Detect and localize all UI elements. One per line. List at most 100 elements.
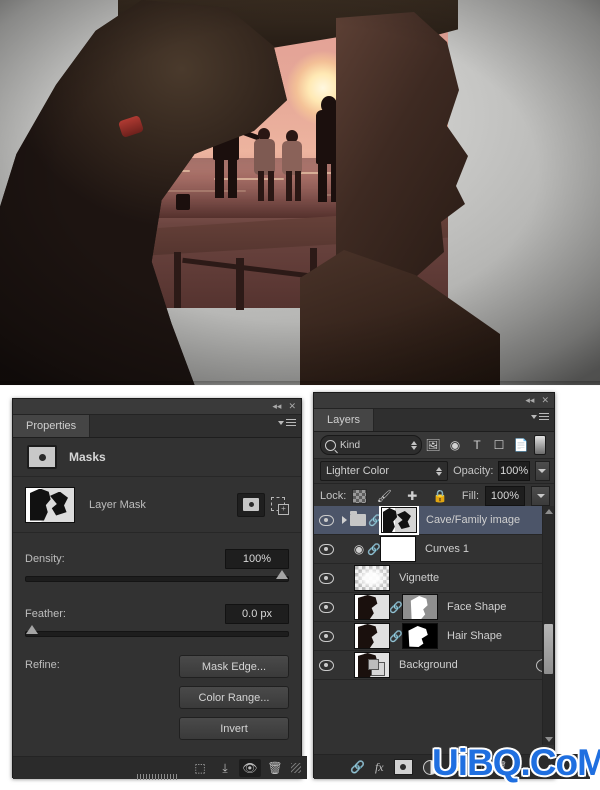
density-value[interactable]: 100% (225, 549, 289, 569)
blend-mode-select[interactable]: Lighter Color (320, 461, 449, 481)
mask-edge-button[interactable]: Mask Edge... (179, 655, 289, 678)
layer-name: Vignette (399, 572, 440, 584)
fill-dropdown-icon[interactable] (531, 486, 550, 506)
layer-row-curves-1[interactable]: ◉ 🔗 Curves 1 (314, 535, 554, 564)
add-mask-icon[interactable] (393, 759, 413, 775)
layer-name: Face Shape (447, 601, 507, 613)
layer-visibility-toggle[interactable] (314, 572, 338, 584)
feather-control: Feather: 0.0 px (13, 582, 301, 637)
layer-mask-row[interactable]: Layer Mask + (13, 477, 301, 533)
layer-name: Curves 1 (425, 543, 470, 555)
density-control: Density: 100% (13, 533, 301, 582)
delete-mask-icon[interactable]: 🗑 (264, 759, 286, 777)
collapse-icon[interactable]: ◂◂ (525, 396, 534, 405)
background-lock-icon (368, 659, 385, 676)
lock-all-icon[interactable]: 🔒 (429, 486, 451, 506)
layer-row-face-shape[interactable]: 🔗 Face Shape (314, 593, 554, 622)
opacity-value[interactable]: 100% (498, 461, 530, 481)
layer-mask-thumbnail[interactable] (402, 594, 438, 620)
adjustment-filter-icon[interactable]: ◉ (444, 435, 466, 455)
blend-mode-value: Lighter Color (326, 465, 389, 477)
lock-label: Lock: (320, 490, 347, 502)
neck-and-shoulder (300, 250, 500, 385)
pixel-filter-icon[interactable]: 🖼 (422, 435, 444, 455)
toggle-mask-visibility-icon[interactable]: 👁 (239, 759, 261, 777)
layers-body: Kind 🖼 ◉ T ☐ 📄 Lighter Color Opacity: 10… (314, 432, 590, 779)
filter-kind-select[interactable]: Kind (320, 435, 422, 455)
tab-filler (374, 409, 554, 431)
fill-value[interactable]: 100% (485, 486, 525, 506)
close-icon[interactable]: ✕ (288, 402, 296, 411)
feather-slider-knob[interactable] (26, 625, 38, 634)
layer-row-vignette[interactable]: Vignette (314, 564, 554, 593)
feather-label: Feather: (25, 608, 66, 620)
group-folder-icon (350, 511, 366, 526)
properties-panel: ◂◂ ✕ Properties Masks Layer Mask + Densi… (12, 398, 307, 780)
canvas-drop-shadow (0, 381, 600, 386)
scroll-up-arrow-icon[interactable] (545, 509, 553, 514)
smart-object-filter-icon[interactable]: 📄 (510, 435, 532, 455)
feather-value[interactable]: 0.0 px (225, 604, 289, 624)
layer-thumbnail[interactable] (379, 506, 419, 535)
type-filter-icon[interactable]: T (466, 435, 488, 455)
apply-mask-icon[interactable]: ⤓ (214, 759, 236, 777)
properties-panel-menu-icon[interactable] (278, 419, 296, 426)
lock-transparency-icon[interactable] (352, 488, 368, 504)
layer-row-background[interactable]: Background (314, 651, 554, 680)
layers-tab-row: Layers (314, 409, 554, 432)
double-exposure-artwork (0, 0, 600, 385)
layer-list-scrollbar[interactable] (542, 506, 554, 745)
properties-tab-row: Properties (13, 415, 301, 438)
filter-toggle-switch[interactable] (534, 435, 546, 455)
resize-grip[interactable] (291, 763, 301, 773)
lock-image-icon[interactable]: 🖌 (373, 486, 395, 506)
link-layers-icon[interactable]: 🔗 (350, 760, 365, 774)
layer-thumbnail[interactable] (354, 652, 390, 678)
layer-list: 🔗 Cave/Family image ◉ 🔗 Curves 1 Vignett… (314, 506, 554, 779)
layer-mask-thumbnail[interactable] (380, 536, 416, 562)
layer-name: Background (399, 659, 458, 671)
layer-thumbnail[interactable] (354, 623, 390, 649)
layer-mask-thumbnail[interactable] (25, 486, 75, 523)
layer-visibility-toggle[interactable] (314, 514, 338, 526)
feather-slider[interactable] (25, 625, 289, 637)
tab-layers[interactable]: Layers (314, 409, 375, 431)
layers-titlebar: ◂◂ ✕ (314, 393, 554, 409)
tab-properties[interactable]: Properties (13, 415, 91, 437)
shape-filter-icon[interactable]: ☐ (488, 435, 510, 455)
link-mask-icon[interactable]: 🔗 (389, 628, 403, 644)
layer-row-hair-shape[interactable]: 🔗 Hair Shape (314, 622, 554, 651)
layer-style-fx-icon[interactable]: fx (375, 760, 384, 775)
close-icon[interactable]: ✕ (541, 396, 549, 405)
vector-mask-button[interactable]: + (269, 495, 289, 515)
color-range-button[interactable]: Color Range... (179, 686, 289, 709)
link-mask-icon[interactable]: 🔗 (389, 599, 403, 615)
density-slider-knob[interactable] (276, 570, 288, 579)
density-slider[interactable] (25, 570, 289, 582)
layer-row-cave-family-image[interactable]: 🔗 Cave/Family image (314, 506, 554, 535)
scrollbar-thumb[interactable] (544, 624, 553, 674)
layer-thumbnail[interactable] (354, 565, 390, 591)
load-selection-icon[interactable]: ⬚ (189, 759, 211, 777)
layer-mask-label: Layer Mask (89, 498, 146, 511)
layer-mask-thumbnail[interactable] (402, 623, 438, 649)
layer-visibility-toggle[interactable] (314, 659, 338, 671)
pixel-mask-button[interactable] (237, 492, 265, 517)
panel-drag-handle[interactable] (137, 774, 177, 780)
link-mask-icon[interactable]: 🔗 (368, 512, 382, 528)
collapse-icon[interactable]: ◂◂ (272, 402, 281, 411)
search-icon (325, 439, 336, 451)
layer-visibility-toggle[interactable] (314, 543, 338, 555)
layer-thumbnail[interactable] (354, 594, 390, 620)
properties-body: Masks Layer Mask + Density: 100% Feather… (13, 438, 307, 780)
link-mask-icon[interactable]: 🔗 (367, 541, 381, 557)
invert-button[interactable]: Invert (179, 717, 289, 740)
fill-label: Fill: (461, 490, 479, 502)
lock-position-icon[interactable]: ✚ (401, 486, 423, 506)
layer-visibility-toggle[interactable] (314, 601, 338, 613)
layers-panel-menu-icon[interactable] (531, 413, 549, 420)
group-expand-arrow-icon[interactable] (338, 516, 350, 524)
layer-visibility-toggle[interactable] (314, 630, 338, 642)
opacity-dropdown-icon[interactable] (534, 461, 550, 481)
layer-name: Hair Shape (447, 630, 503, 642)
